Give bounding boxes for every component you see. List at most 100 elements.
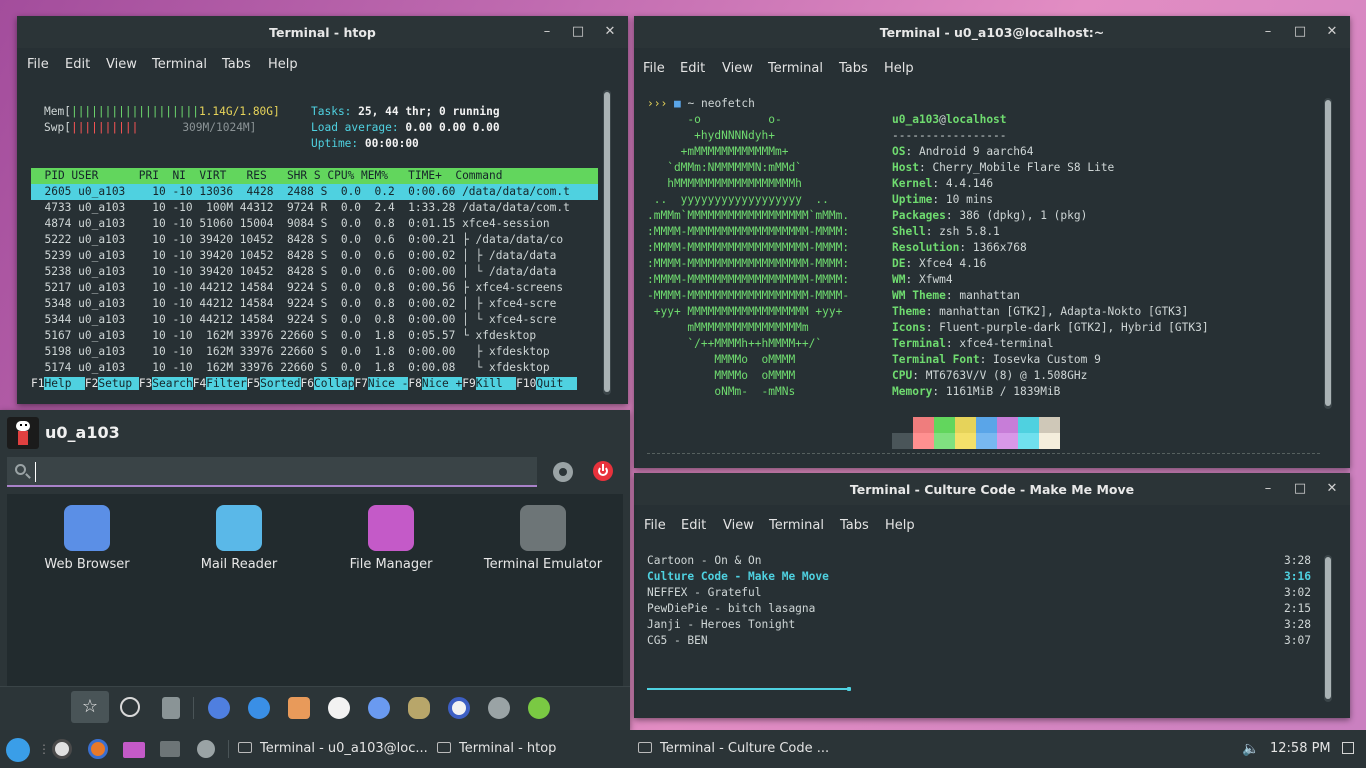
track-row[interactable]: Janji - Heroes Tonight 3:28 <box>647 617 1311 633</box>
all-apps-tab[interactable] <box>162 697 180 719</box>
fkey-label[interactable]: Setup <box>98 377 139 390</box>
menu-edit[interactable]: Edit <box>680 61 705 76</box>
maximize-icon[interactable]: □ <box>570 24 586 40</box>
minimize-icon[interactable]: – <box>1260 24 1276 40</box>
fkey-label[interactable]: Kill <box>475 377 517 390</box>
favorites-tab[interactable]: ☆ <box>71 691 109 723</box>
volume-icon[interactable]: 🔈 <box>1242 741 1259 757</box>
menu-help[interactable]: Help <box>884 61 914 76</box>
graphics-category-icon[interactable] <box>328 697 350 719</box>
menu-terminal[interactable]: Terminal <box>768 61 823 76</box>
playback-progress[interactable] <box>647 687 1319 691</box>
process-row[interactable]: 5167 u0_a103 10 -10 162M 33976 22660 S 0… <box>31 328 598 344</box>
track-row[interactable]: CG5 - BEN 3:07 <box>647 633 1311 649</box>
playlist[interactable]: Cartoon - On & On 3:28 Culture Code - Make… <box>647 553 1311 653</box>
menu-view[interactable]: View <box>106 57 137 72</box>
menu-edit[interactable]: Edit <box>681 518 706 533</box>
menu-file[interactable]: File <box>644 518 666 533</box>
menu-tabs[interactable]: Tabs <box>222 57 251 72</box>
menu-terminal[interactable]: Terminal <box>769 518 824 533</box>
menu-view[interactable]: View <box>722 61 753 76</box>
close-icon[interactable]: ✕ <box>1324 24 1340 40</box>
avatar[interactable] <box>7 417 39 449</box>
process-table-header[interactable]: PID USER PRI NI VIRT RES SHR S CPU% MEM%… <box>31 168 598 184</box>
taskbar-window-button[interactable]: Terminal - Culture Code ... <box>638 741 829 759</box>
internet-category-icon[interactable] <box>368 697 390 719</box>
menu-view[interactable]: View <box>723 518 754 533</box>
fkey-label[interactable]: Filter <box>206 377 247 390</box>
settings-launcher-icon[interactable] <box>197 740 215 758</box>
app-launcher-mail-reader[interactable]: Mail Reader <box>164 505 314 572</box>
htop-scrollbar[interactable] <box>603 90 611 395</box>
menu-tabs[interactable]: Tabs <box>840 518 869 533</box>
fkey-label[interactable]: Sorted <box>260 377 301 390</box>
music-window[interactable]: Terminal - Culture Code - Make Me Move –… <box>634 473 1350 718</box>
menu-file[interactable]: File <box>643 61 665 76</box>
music-scrollbar[interactable] <box>1324 555 1332 702</box>
folder-icon[interactable] <box>123 742 145 758</box>
close-icon[interactable]: ✕ <box>1324 481 1340 497</box>
menu-terminal[interactable]: Terminal <box>152 57 207 72</box>
process-row[interactable]: 5217 u0_a103 10 -10 44212 14584 9224 S 0… <box>31 280 598 296</box>
neofetch-titlebar[interactable]: Terminal - u0_a103@localhost:~ – □ ✕ <box>634 16 1350 48</box>
process-row[interactable]: 4874 u0_a103 10 -10 51060 15004 9084 S 0… <box>31 216 598 232</box>
taskbar-window-button[interactable]: Terminal - u0_a103@loc... <box>238 741 428 759</box>
process-row[interactable]: 5222 u0_a103 10 -10 39420 10452 8428 S 0… <box>31 232 598 248</box>
menu-help[interactable]: Help <box>268 57 298 72</box>
power-button[interactable] <box>593 461 613 481</box>
htop-content[interactable]: Mem[|||||||||||||||||||1.14G/1.80G] Swp[… <box>31 104 601 394</box>
firefox-icon[interactable] <box>88 739 108 759</box>
menu-tabs[interactable]: Tabs <box>839 61 868 76</box>
multimedia-category-icon[interactable] <box>408 697 430 719</box>
search-field[interactable] <box>7 457 537 487</box>
process-row[interactable]: 5198 u0_a103 10 -10 162M 33976 22660 S 0… <box>31 344 598 360</box>
fkey-label[interactable]: Search <box>152 377 193 390</box>
process-row[interactable]: 4733 u0_a103 10 -10 100M 44312 9724 R 0.… <box>31 200 598 216</box>
fkey-label[interactable]: Nice + <box>421 377 463 390</box>
whisker-menu-button[interactable] <box>6 738 30 762</box>
process-row[interactable]: 5239 u0_a103 10 -10 39420 10452 8428 S 0… <box>31 248 598 264</box>
menu-edit[interactable]: Edit <box>65 57 90 72</box>
minimize-icon[interactable]: – <box>539 24 555 40</box>
music-titlebar[interactable]: Terminal - Culture Code - Make Me Move –… <box>634 473 1350 505</box>
terminal-icon[interactable] <box>160 741 180 757</box>
app-launcher-web-browser[interactable]: Web Browser <box>12 505 162 572</box>
recent-tab[interactable] <box>120 697 140 717</box>
process-row[interactable]: 5348 u0_a103 10 -10 44212 14584 9224 S 0… <box>31 296 598 312</box>
fkey-label[interactable]: Help <box>44 377 85 390</box>
track-row[interactable]: Culture Code - Make Me Move 3:16 <box>647 569 1311 585</box>
maximize-icon[interactable]: □ <box>1292 24 1308 40</box>
clock[interactable]: 12:58 PM <box>1270 741 1331 756</box>
taskbar-window-button[interactable]: Terminal - htop <box>437 741 556 759</box>
launcher-app1-icon[interactable] <box>52 739 72 759</box>
menu-file[interactable]: File <box>27 57 49 72</box>
neofetch-scrollbar[interactable] <box>1324 98 1332 409</box>
system-category-icon[interactable] <box>528 697 550 719</box>
menu-help[interactable]: Help <box>885 518 915 533</box>
track-row[interactable]: NEFFEX - Grateful 3:02 <box>647 585 1311 601</box>
close-icon[interactable]: ✕ <box>602 24 618 40</box>
app-launcher-file-manager[interactable]: File Manager <box>316 505 466 572</box>
development-category-icon[interactable] <box>248 697 270 719</box>
neofetch-content[interactable]: ››› ■ ~ neofetch -o o- +hydNNNNdyh+ +mMM… <box>647 96 1317 458</box>
search-input[interactable] <box>35 462 525 482</box>
settings-button[interactable] <box>553 462 573 482</box>
track-row[interactable]: Cartoon - On & On 3:28 <box>647 553 1311 569</box>
office-category-icon[interactable] <box>448 697 470 719</box>
games-category-icon[interactable] <box>288 697 310 719</box>
accessories-category-icon[interactable] <box>208 697 230 719</box>
fkey-label[interactable]: Quit <box>536 377 577 390</box>
process-row[interactable]: 5344 u0_a103 10 -10 44212 14584 9224 S 0… <box>31 312 598 328</box>
app-launcher-terminal-emulator[interactable]: Terminal Emulator <box>468 505 618 572</box>
maximize-icon[interactable]: □ <box>1292 481 1308 497</box>
process-row[interactable]: 5174 u0_a103 10 -10 162M 33976 22660 S 0… <box>31 360 598 376</box>
htop-window[interactable]: Terminal - htop – □ ✕ File Edit View Ter… <box>17 16 628 404</box>
track-row[interactable]: PewDiePie - bitch lasagna 2:15 <box>647 601 1311 617</box>
process-row[interactable]: 2605 u0_a103 10 -10 13036 4428 2488 S 0.… <box>31 184 598 200</box>
fkey-label[interactable]: Nice - <box>367 377 409 390</box>
process-row[interactable]: 5238 u0_a103 10 -10 39420 10452 8428 S 0… <box>31 264 598 280</box>
htop-titlebar[interactable]: Terminal - htop – □ ✕ <box>17 16 628 48</box>
settings-category-icon[interactable] <box>488 697 510 719</box>
neofetch-window[interactable]: Terminal - u0_a103@localhost:~ – □ ✕ Fil… <box>634 16 1350 468</box>
fkey-label[interactable]: Collap <box>314 377 355 390</box>
